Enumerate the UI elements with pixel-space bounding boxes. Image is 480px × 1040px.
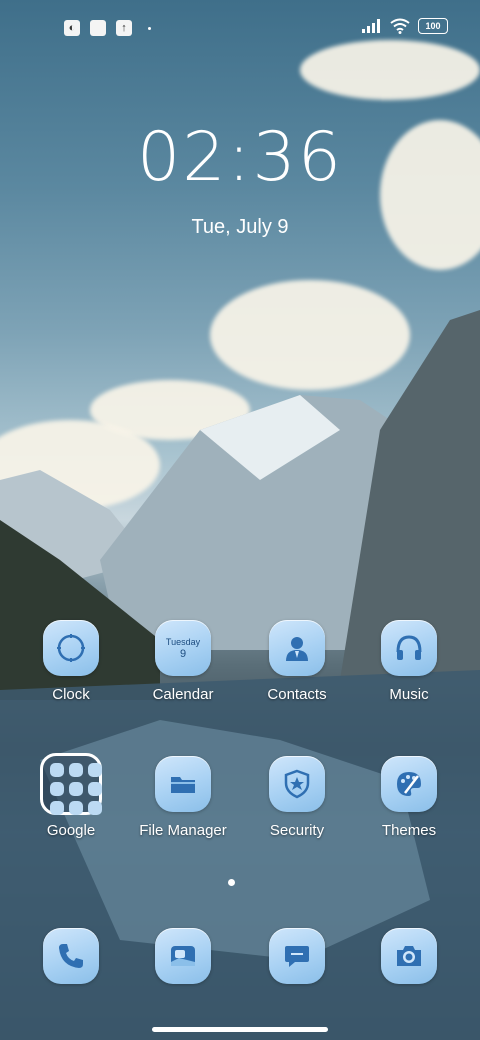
app-label: Contacts bbox=[267, 686, 327, 703]
app-label: Google bbox=[46, 822, 96, 839]
notification-square-icon bbox=[90, 20, 106, 36]
more-notifications-dot bbox=[148, 26, 151, 30]
app-file-manager[interactable]: File Manager bbox=[128, 756, 238, 839]
clock-icon[interactable] bbox=[43, 620, 99, 676]
palette-icon[interactable] bbox=[381, 756, 437, 812]
notification-app-icon: ◐ bbox=[64, 20, 80, 36]
app-calendar[interactable]: Tuesday 9 Calendar bbox=[128, 620, 238, 703]
app-label: Clock bbox=[52, 686, 90, 703]
dock-phone[interactable] bbox=[16, 928, 126, 984]
signal-icon bbox=[362, 19, 380, 33]
calendar-icon[interactable]: Tuesday 9 bbox=[155, 620, 211, 676]
dock-camera[interactable] bbox=[354, 928, 464, 984]
shield-star-icon[interactable] bbox=[269, 756, 325, 812]
google-folder-icon[interactable] bbox=[40, 753, 102, 815]
contacts-icon[interactable] bbox=[269, 620, 325, 676]
dock-messages[interactable] bbox=[242, 928, 352, 984]
app-music[interactable]: Music bbox=[354, 620, 464, 703]
messages-icon[interactable] bbox=[269, 928, 325, 984]
battery-indicator: 100 bbox=[418, 18, 448, 34]
app-contacts[interactable]: Contacts bbox=[242, 620, 352, 703]
lock-time[interactable]: 02:36 bbox=[0, 118, 480, 197]
app-themes[interactable]: Themes bbox=[354, 756, 464, 839]
app-label: File Manager bbox=[139, 822, 227, 839]
gallery-icon[interactable] bbox=[155, 928, 211, 984]
wifi-icon bbox=[390, 18, 410, 34]
phone-icon[interactable] bbox=[43, 928, 99, 984]
dock-gallery[interactable] bbox=[128, 928, 238, 984]
app-label: Themes bbox=[381, 822, 437, 839]
app-google-folder[interactable]: Google bbox=[16, 753, 126, 839]
folder-icon[interactable] bbox=[155, 756, 211, 812]
calendar-day: Tuesday bbox=[165, 636, 201, 647]
status-bar: ◐ ↑ 100 bbox=[0, 0, 480, 56]
calendar-date: 9 bbox=[179, 647, 187, 660]
home-gesture-bar[interactable] bbox=[152, 1027, 328, 1032]
upload-icon: ↑ bbox=[116, 20, 132, 36]
app-label: Calendar bbox=[152, 686, 214, 703]
app-label: Security bbox=[269, 822, 325, 839]
lock-date[interactable]: Tue, July 9 bbox=[0, 216, 480, 239]
page-indicator-dot[interactable] bbox=[228, 879, 235, 886]
camera-icon[interactable] bbox=[381, 928, 437, 984]
app-label: Music bbox=[389, 686, 429, 703]
headphones-icon[interactable] bbox=[381, 620, 437, 676]
app-clock[interactable]: Clock bbox=[16, 620, 126, 703]
app-security[interactable]: Security bbox=[242, 756, 352, 839]
